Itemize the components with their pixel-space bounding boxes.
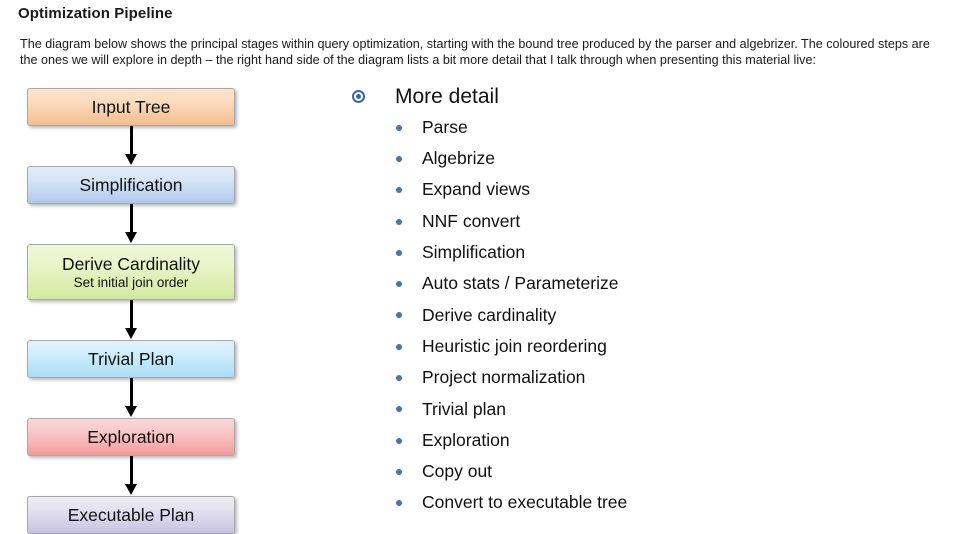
flow-arrow-5 (27, 456, 235, 496)
dot-bullet-icon (396, 406, 402, 413)
list-item-label: Algebrize (422, 148, 495, 169)
arrow-shaft (129, 378, 133, 408)
dot-bullet-icon (396, 218, 402, 225)
dot-bullet-icon (396, 249, 402, 256)
page-title: Optimization Pipeline (18, 5, 173, 22)
flow-node-derive-cardinality[interactable]: Derive Cardinality Set initial join orde… (27, 244, 235, 300)
list-item-label: Parse (422, 116, 468, 137)
flow-node-title: Executable Plan (67, 504, 195, 525)
flow-arrow-2 (27, 204, 235, 244)
list-item: Exploration (352, 425, 932, 456)
dot-bullet-icon (396, 187, 402, 194)
list-item: Convert to executable tree (352, 488, 932, 519)
dot-bullet-icon (396, 468, 402, 475)
dot-bullet-icon (396, 375, 402, 382)
arrow-shaft (129, 456, 133, 486)
list-item: NNF convert (352, 206, 932, 237)
list-item: Copy out (352, 456, 932, 487)
flow-node-input-tree[interactable]: Input Tree (27, 88, 235, 126)
flow-node-title: Simplification (79, 174, 183, 195)
more-detail-heading: More detail (395, 84, 499, 108)
list-item-label: Simplification (422, 242, 526, 263)
list-item-label: Convert to executable tree (422, 492, 628, 513)
flow-node-title: Derive Cardinality (61, 253, 201, 274)
more-detail-panel: More detail Parse Algebrize Expand views… (352, 80, 932, 519)
flow-arrow-4 (27, 378, 235, 418)
flow-arrow-1 (27, 126, 235, 166)
arrow-head-icon (125, 328, 137, 339)
list-item-label: Project normalization (422, 367, 586, 388)
more-detail-list: Parse Algebrize Expand views NNF convert… (352, 112, 932, 519)
flow-node-trivial-plan[interactable]: Trivial Plan (27, 340, 235, 378)
dot-bullet-icon (396, 155, 402, 162)
dot-bullet-icon (396, 124, 402, 131)
arrow-head-icon (125, 484, 137, 495)
list-item-label: Derive cardinality (422, 304, 557, 325)
dot-bullet-icon (396, 281, 402, 288)
dot-bullet-icon (396, 343, 402, 350)
list-item-label: Trivial plan (422, 398, 506, 419)
list-item-label: Auto stats / Parameterize (422, 273, 619, 294)
flow-node-title: Exploration (87, 426, 175, 447)
intro-paragraph: The diagram below shows the principal st… (20, 37, 930, 67)
arrow-head-icon (125, 154, 137, 165)
flow-node-title: Trivial Plan (88, 348, 174, 369)
flow-node-simplification[interactable]: Simplification (27, 166, 235, 204)
dot-bullet-icon (396, 312, 402, 319)
target-bullet-icon (352, 89, 365, 103)
list-item-label: Expand views (422, 179, 530, 200)
flow-node-executable-plan[interactable]: Executable Plan (27, 496, 235, 534)
list-item: Algebrize (352, 143, 932, 174)
dot-bullet-icon (396, 500, 402, 507)
list-item: Simplification (352, 237, 932, 268)
arrow-head-icon (125, 406, 137, 417)
flow-arrow-3 (27, 300, 235, 340)
list-item: Parse (352, 112, 932, 143)
list-item: Trivial plan (352, 394, 932, 425)
optimization-flow-diagram: Input Tree Simplification Derive Cardina… (27, 88, 239, 534)
flow-node-subtitle: Set initial join order (73, 274, 189, 290)
dot-bullet-icon (396, 437, 402, 444)
flow-node-exploration[interactable]: Exploration (27, 418, 235, 456)
arrow-shaft (129, 204, 133, 234)
list-item-label: Heuristic join reordering (422, 335, 607, 356)
list-item-label: Exploration (422, 429, 510, 450)
arrow-shaft (129, 300, 133, 330)
flow-node-title: Input Tree (91, 96, 171, 117)
more-detail-heading-row: More detail (352, 80, 932, 112)
list-item-label: Copy out (422, 461, 493, 482)
list-item: Auto stats / Parameterize (352, 268, 932, 299)
list-item: Heuristic join reordering (352, 331, 932, 362)
list-item-label: NNF convert (422, 210, 521, 231)
arrow-shaft (129, 126, 133, 156)
arrow-head-icon (125, 232, 137, 243)
list-item: Derive cardinality (352, 300, 932, 331)
list-item: Expand views (352, 175, 932, 206)
list-item: Project normalization (352, 362, 932, 393)
